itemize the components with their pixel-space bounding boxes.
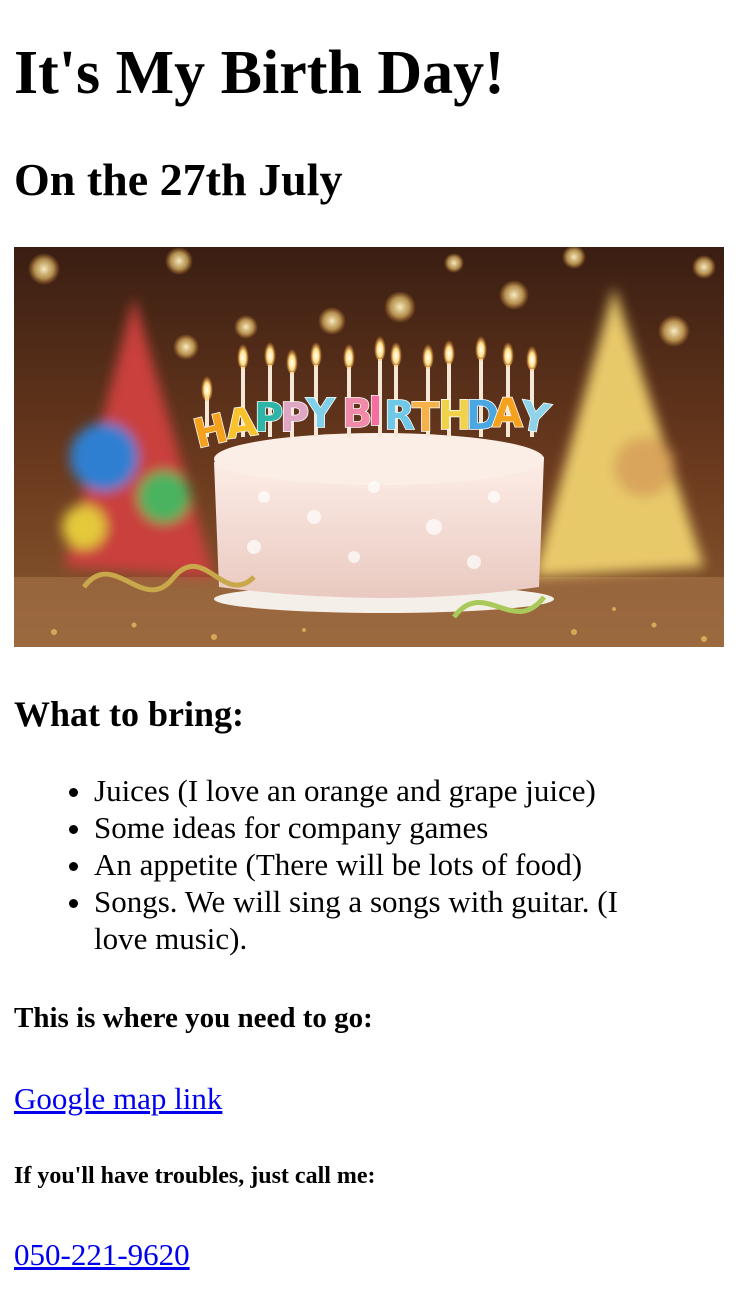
bring-list: Juices (I love an orange and grape juice… xyxy=(14,772,654,957)
list-item: An appetite (There will be lots of food) xyxy=(94,846,654,883)
candle-letter: Y xyxy=(305,391,336,437)
bring-heading: What to bring: xyxy=(14,694,245,734)
list-item: Juices (I love an orange and grape juice… xyxy=(94,772,654,809)
candle-letter: P xyxy=(254,395,283,441)
page-title: It's My Birth Day! xyxy=(14,39,505,107)
list-item: Some ideas for company games xyxy=(94,809,654,846)
candle-letter: P xyxy=(280,395,309,441)
candle-letter: R xyxy=(384,393,415,439)
location-heading: This is where you need to go: xyxy=(14,1002,373,1034)
contact-heading: If you'll have troubles, just call me: xyxy=(14,1163,376,1189)
list-item: Songs. We will sing a songs with guitar.… xyxy=(94,883,654,957)
birthday-cake-image: H A P P Y B I R T H D A Y xyxy=(14,247,724,647)
candle-letter: I xyxy=(368,389,383,435)
event-date: On the 27th July xyxy=(14,154,343,205)
candle-letter: T xyxy=(412,395,440,441)
phone-link[interactable]: 050-221-9620 xyxy=(14,1236,190,1274)
google-map-link[interactable]: Google map link xyxy=(14,1080,222,1118)
